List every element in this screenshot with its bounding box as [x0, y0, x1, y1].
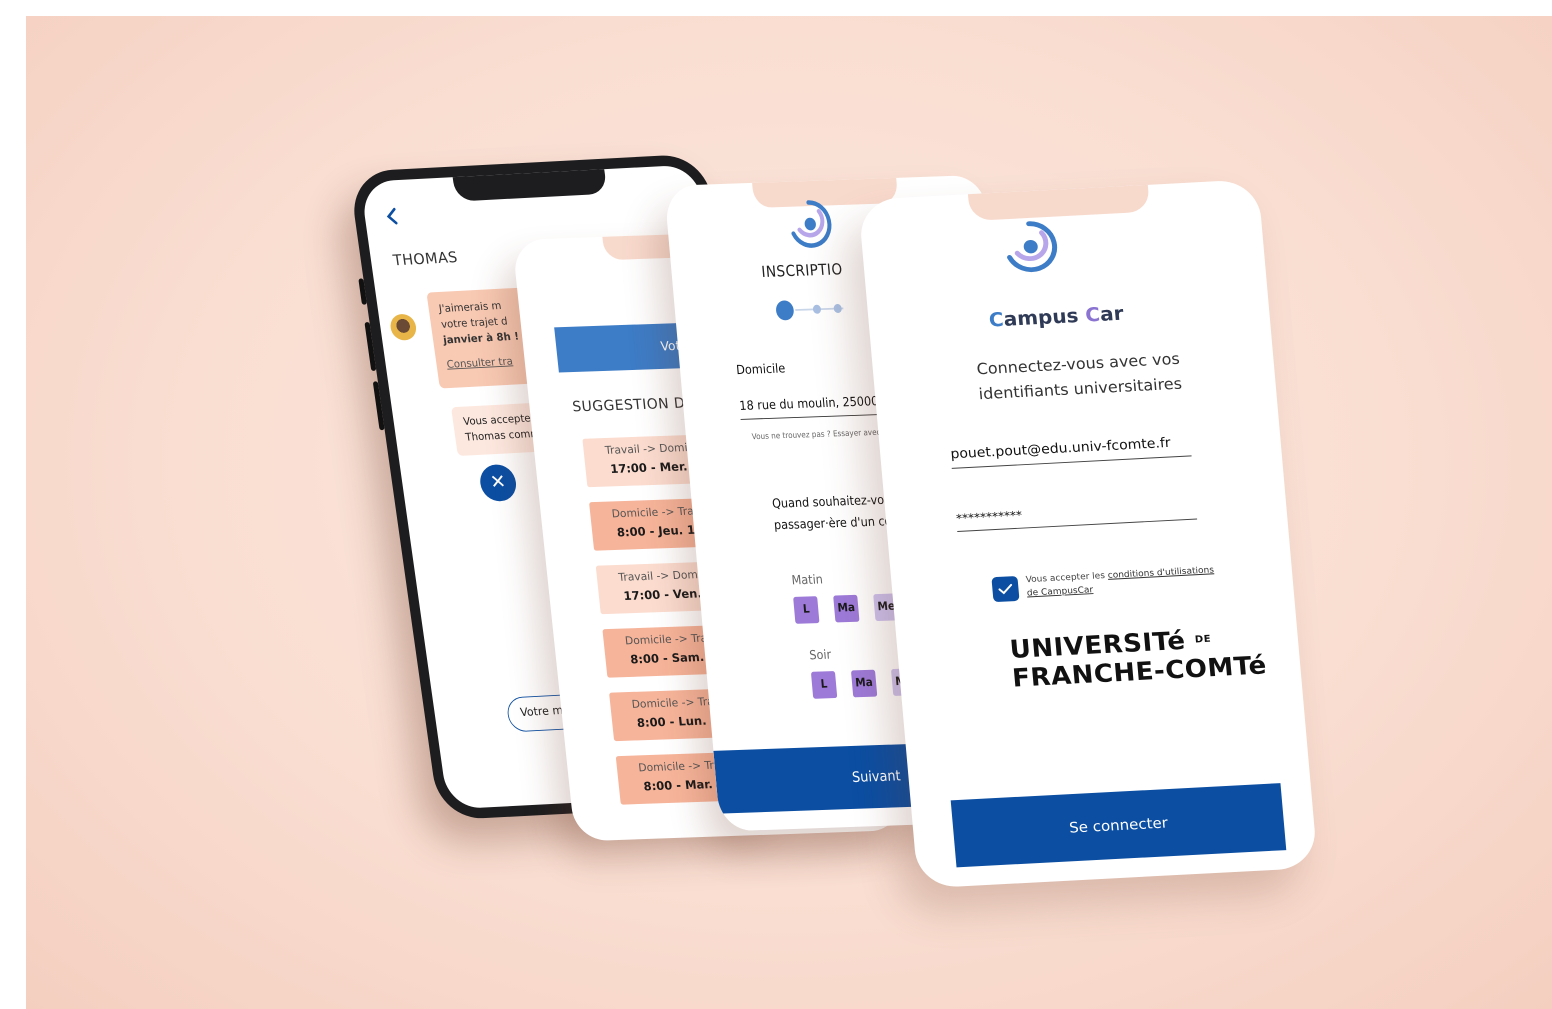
- message-line: votre trajet d: [440, 314, 509, 331]
- contact-name: THOMAS: [391, 248, 459, 270]
- chevron-left-icon[interactable]: [382, 206, 403, 226]
- message-line: J'aimerais m: [438, 299, 503, 315]
- message-line: Thomas comm: [464, 427, 541, 444]
- campuscar-logo-icon: [791, 200, 832, 248]
- trip-route: Travail -> Domici: [604, 441, 697, 458]
- brand-text: ampus: [1002, 303, 1087, 331]
- terms-prefix: Vous accepter les: [1025, 571, 1106, 586]
- morning-label: Matin: [791, 572, 824, 589]
- trip-route: Travail -> Domici: [617, 568, 711, 585]
- email-field[interactable]: pouet.pout@edu.univ-fcomte.fr: [949, 434, 1192, 469]
- message-line: janvier à 8h !: [442, 329, 520, 347]
- inscription-title: INSCRIPTIO: [760, 260, 844, 282]
- terms-link[interactable]: conditions d'utilisations: [1107, 566, 1214, 581]
- close-button[interactable]: ✕: [477, 463, 519, 503]
- connect-button[interactable]: Se connecter: [950, 783, 1287, 868]
- step-indicator-active: [775, 300, 795, 321]
- evening-day-monday[interactable]: L: [810, 671, 838, 699]
- morning-day-tuesday[interactable]: Ma: [833, 594, 860, 623]
- step-indicator: [812, 304, 822, 314]
- brand-title: Campus Car: [988, 301, 1124, 331]
- terms-checkbox[interactable]: [991, 575, 1020, 603]
- password-field[interactable]: ***********: [955, 499, 1198, 533]
- login-screen: Campus Car Connectez-vous avec vos ident…: [858, 179, 1318, 889]
- login-subtitle: Connectez-vous avec vos identifiants uni…: [932, 344, 1226, 409]
- trip-route: Domicile -> Trav: [611, 505, 701, 521]
- message-line: Vous accepte: [462, 411, 532, 428]
- trip-route: Domicile -> Trav: [631, 695, 721, 712]
- home-label: Domicile: [735, 361, 786, 378]
- close-icon: ✕: [488, 471, 508, 494]
- trip-route: Domicile -> Trav: [624, 632, 715, 648]
- suggestions-title: SUGGESTION DE: [571, 394, 696, 416]
- brand-text: ar: [1099, 301, 1125, 326]
- university-logo: UNIVERSITé DE FRANCHE-COMTé: [1009, 623, 1268, 694]
- address-hint: Vous ne trouvez pas ? Essayer avec: [751, 428, 881, 442]
- evening-day-tuesday[interactable]: Ma: [850, 669, 878, 698]
- avatar[interactable]: [388, 313, 418, 341]
- evening-label: Soir: [808, 647, 832, 663]
- schedule-question: Quand souhaitez-vous: [771, 492, 898, 512]
- checkmark-icon: [998, 583, 1013, 595]
- view-trip-link[interactable]: Consulter tra: [446, 355, 514, 371]
- terms-text: Vous accepter les conditions d'utilisati…: [1025, 564, 1217, 601]
- step-indicator: [833, 303, 843, 314]
- terms-link[interactable]: de CampusCar: [1027, 585, 1094, 598]
- morning-day-monday[interactable]: L: [793, 596, 820, 624]
- campuscar-logo-icon: [1007, 221, 1058, 273]
- university-de: DE: [1194, 634, 1212, 646]
